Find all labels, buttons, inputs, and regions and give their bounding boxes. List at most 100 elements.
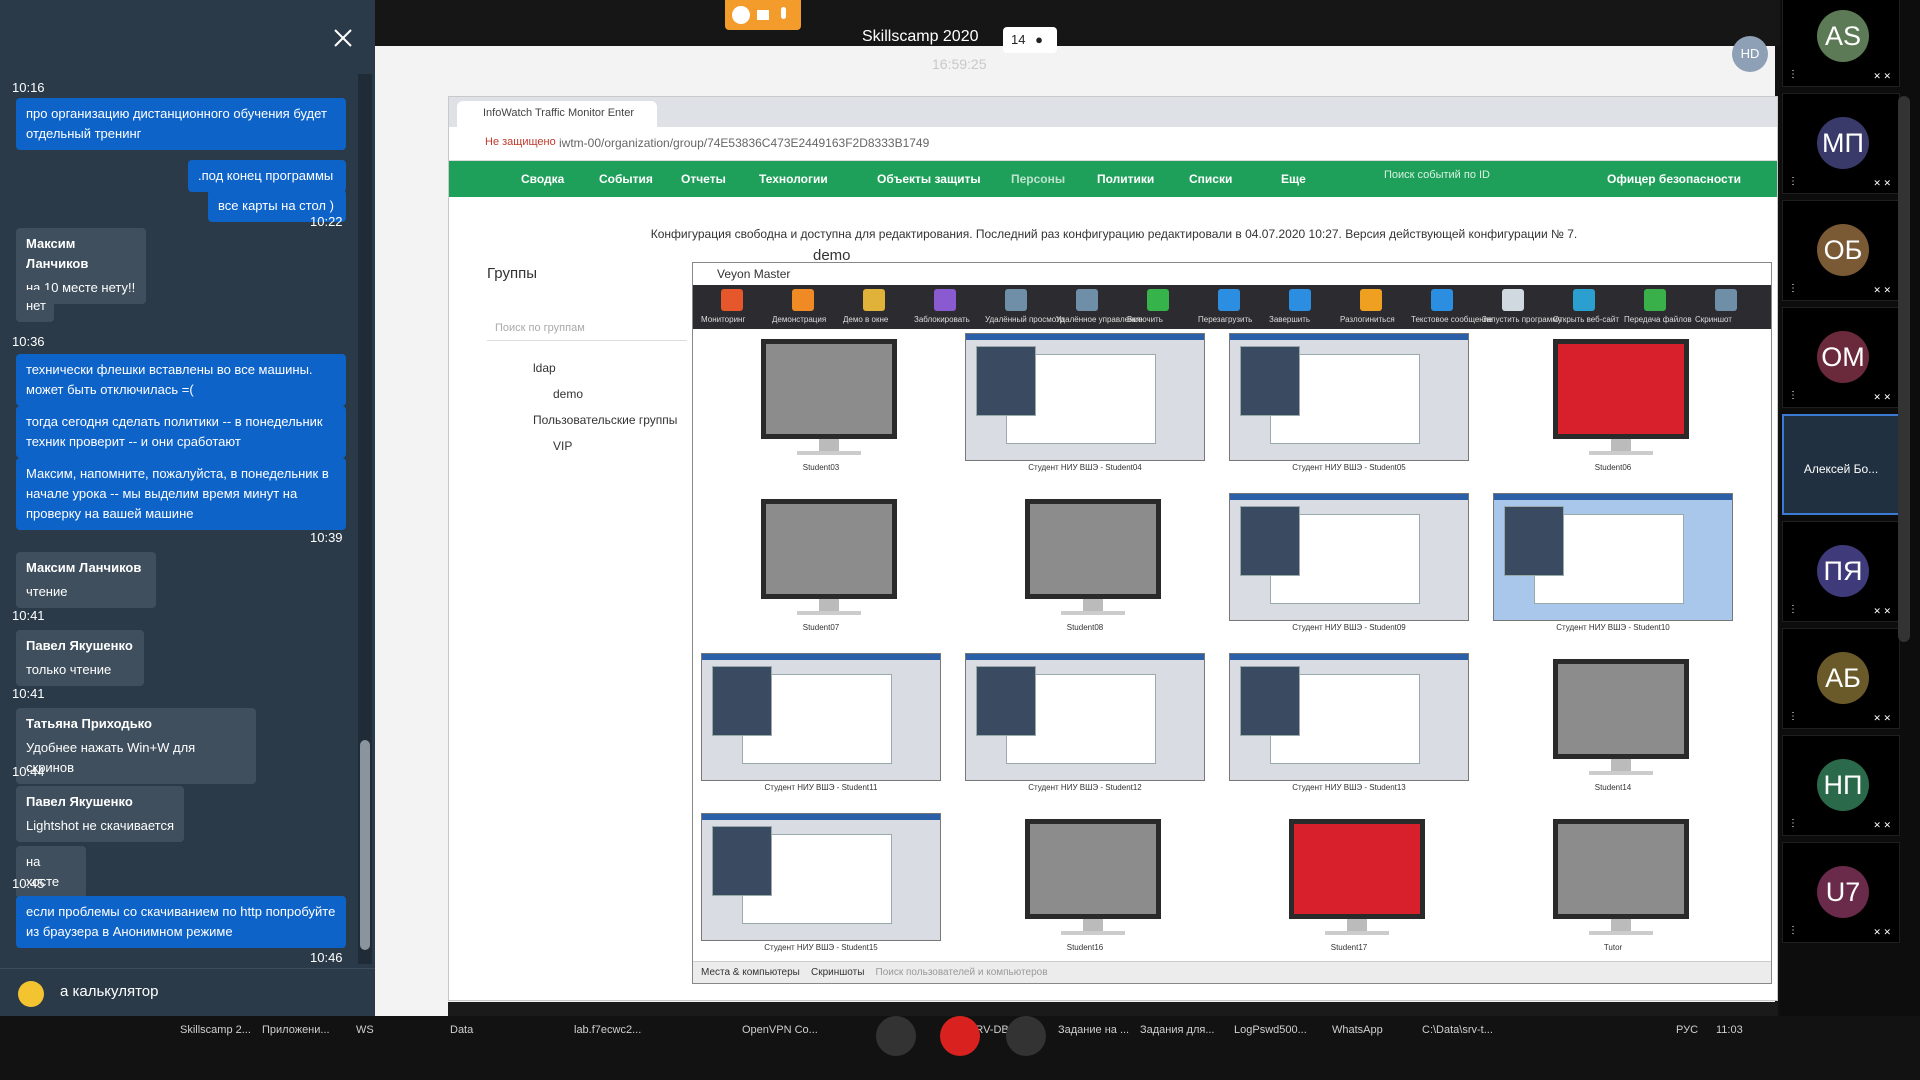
computer-tile[interactable]: Студент НИУ ВШЭ - Student04 [965, 333, 1205, 483]
toolbar-label: Открыть веб-сайт [1553, 315, 1619, 324]
participant-tile[interactable]: ОМ ✕ ✕ ⋮ [1782, 307, 1900, 408]
computer-tile[interactable]: Студент НИУ ВШЭ - Student13 [1229, 653, 1469, 803]
participant-tile[interactable]: АБ ✕ ✕ ⋮ [1782, 628, 1900, 729]
toolbar-icon[interactable] [934, 289, 956, 311]
group-search-input[interactable]: Поиск по группам [487, 317, 687, 341]
nav-more[interactable]: Еще [1281, 172, 1306, 186]
computer-tile[interactable]: Студент НИУ ВШЭ - Student11 [701, 653, 941, 803]
url-text[interactable]: iwtm-00/organization/group/74E53836C473E… [559, 136, 929, 150]
event-search-input[interactable]: Поиск событий по ID [1384, 169, 1564, 189]
participant-tile[interactable]: НП ✕ ✕ ⋮ [1782, 735, 1900, 836]
computer-tile[interactable]: Студент НИУ ВШЭ - Student05 [1229, 333, 1469, 483]
toolbar-icon[interactable] [1644, 289, 1666, 311]
more-options-icon[interactable]: ⋮ [1788, 390, 1798, 401]
scrollbar-thumb[interactable] [360, 740, 370, 950]
participant-tile[interactable]: U7 ✕ ✕ ⋮ [1782, 842, 1900, 943]
outgoing-message: Максим, напомните, пожалуйста, в понедел… [16, 458, 346, 530]
computer-tile[interactable]: Студент НИУ ВШЭ - Student15 [701, 813, 941, 963]
nav-lists[interactable]: Списки [1189, 172, 1232, 186]
computer-tile[interactable]: Student07 [701, 493, 941, 643]
thumbnail-window [1504, 506, 1564, 576]
more-options-icon[interactable]: ⋮ [1788, 818, 1798, 829]
taskbar-item[interactable]: LogPswd500... [1234, 1024, 1307, 1036]
computer-tile[interactable]: Student17 [1229, 813, 1469, 963]
nav-events[interactable]: События [599, 172, 653, 186]
nav-technologies[interactable]: Технологии [759, 172, 828, 186]
participant-tile[interactable]: ПЯ ✕ ✕ ⋮ [1782, 521, 1900, 622]
toolbar-icon[interactable] [1431, 289, 1453, 311]
toolbar-icon[interactable] [1147, 289, 1169, 311]
more-options-icon[interactable]: ⋮ [1788, 711, 1798, 722]
mute-mic-button[interactable] [876, 1016, 916, 1056]
toolbar-icon[interactable] [863, 289, 885, 311]
taskbar-item[interactable]: OpenVPN Co... [742, 1024, 818, 1036]
nav-persons[interactable]: Персоны [1011, 172, 1065, 186]
tree-item-vip[interactable]: VIP [553, 439, 572, 453]
message-text: только чтение [26, 662, 112, 677]
taskbar-item[interactable]: Приложени... [262, 1024, 330, 1036]
more-options-icon[interactable]: ⋮ [1788, 176, 1798, 187]
participants-count-button[interactable]: 14 ● [1003, 27, 1057, 53]
computer-tile[interactable]: Tutor [1493, 813, 1733, 963]
computer-tile[interactable]: Student03 [701, 333, 941, 483]
taskbar-item[interactable]: C:\Data\srv-t... [1422, 1024, 1493, 1036]
participant-tile[interactable]: МП ✕ ✕ ⋮ [1782, 93, 1900, 194]
emoji-icon[interactable] [18, 981, 44, 1007]
taskbar-item[interactable]: Задание на ... [1058, 1024, 1129, 1036]
tree-item-demo[interactable]: demo [553, 387, 583, 401]
toolbar-icon[interactable] [1573, 289, 1595, 311]
computer-tile[interactable]: Student14 [1493, 653, 1733, 803]
input-language: РУС [1676, 1024, 1699, 1036]
user-menu[interactable]: Офицер безопасности [1607, 172, 1741, 186]
message-timestamp: 10:22 [310, 214, 343, 229]
taskbar-item[interactable]: WS [356, 1024, 374, 1036]
chat-message-list: 10:16 про организацию дистанционного обуч… [0, 74, 355, 964]
computer-tile[interactable]: Student06 [1493, 333, 1733, 483]
toolbar-icon[interactable] [1502, 289, 1524, 311]
computer-tile[interactable]: Student08 [965, 493, 1205, 643]
participant-tile[interactable]: ОБ ✕ ✕ ⋮ [1782, 200, 1900, 301]
chat-input[interactable]: а калькулятор [60, 983, 158, 1000]
more-options-icon[interactable]: ⋮ [1788, 604, 1798, 615]
toolbar-icon[interactable] [1005, 289, 1027, 311]
monitor-base [797, 451, 861, 455]
toolbar-icon[interactable] [1076, 289, 1098, 311]
more-options-icon[interactable]: ⋮ [1788, 283, 1798, 294]
toolbar-icon[interactable] [1218, 289, 1240, 311]
toolbar-icon[interactable] [1360, 289, 1382, 311]
more-options-icon[interactable]: ⋮ [1788, 925, 1798, 936]
taskbar-item[interactable]: Skillscamp 2... [180, 1024, 251, 1036]
participant-tile[interactable]: AS ✕ ✕ ⋮ [1782, 0, 1900, 87]
browser-tab[interactable]: InfoWatch Traffic Monitor Enter [457, 101, 657, 127]
computer-tile[interactable]: Студент НИУ ВШЭ - Student09 [1229, 493, 1469, 643]
taskbar-item[interactable]: Data [450, 1024, 473, 1036]
nav-summary[interactable]: Сводка [521, 172, 564, 186]
taskbar-item[interactable]: lab.f7ecwc2... [574, 1024, 641, 1036]
people-icon: ● [1035, 32, 1043, 47]
nav-protected-objects[interactable]: Объекты защиты [877, 172, 981, 186]
toolbar-icon[interactable] [792, 289, 814, 311]
tree-item-ldap[interactable]: ldap [533, 361, 556, 375]
screenshots-button[interactable]: Скриншоты [811, 967, 864, 978]
computer-tile[interactable]: Student16 [965, 813, 1205, 963]
tree-item-user-groups[interactable]: Пользовательские группы [533, 413, 677, 427]
camera-off-button[interactable] [1006, 1016, 1046, 1056]
participant-tile[interactable]: Алексей Бо... [1782, 414, 1900, 515]
hang-up-button[interactable] [940, 1016, 980, 1056]
computer-search-input[interactable]: Поиск пользователей и компьютеров [876, 967, 1048, 978]
toolbar-icon[interactable] [1289, 289, 1311, 311]
computer-tile[interactable]: Студент НИУ ВШЭ - Student10 [1493, 493, 1733, 643]
chat-scrollbar[interactable] [358, 74, 372, 964]
toolbar-icon[interactable] [1715, 289, 1737, 311]
toolbar-icon[interactable] [721, 289, 743, 311]
taskbar-item[interactable]: Задания для... [1140, 1024, 1215, 1036]
close-icon[interactable] [329, 24, 357, 52]
more-options-icon[interactable]: ⋮ [1788, 69, 1798, 80]
nav-reports[interactable]: Отчеты [681, 172, 726, 186]
address-bar[interactable]: Не защищено iwtm-00/organization/group/7… [449, 127, 1777, 161]
computer-tile[interactable]: Студент НИУ ВШЭ - Student12 [965, 653, 1205, 803]
participants-scrollbar[interactable] [1898, 96, 1910, 642]
locations-button[interactable]: Места & компьютеры [701, 967, 800, 978]
nav-policies[interactable]: Политики [1097, 172, 1154, 186]
taskbar-item[interactable]: WhatsApp [1332, 1024, 1383, 1036]
